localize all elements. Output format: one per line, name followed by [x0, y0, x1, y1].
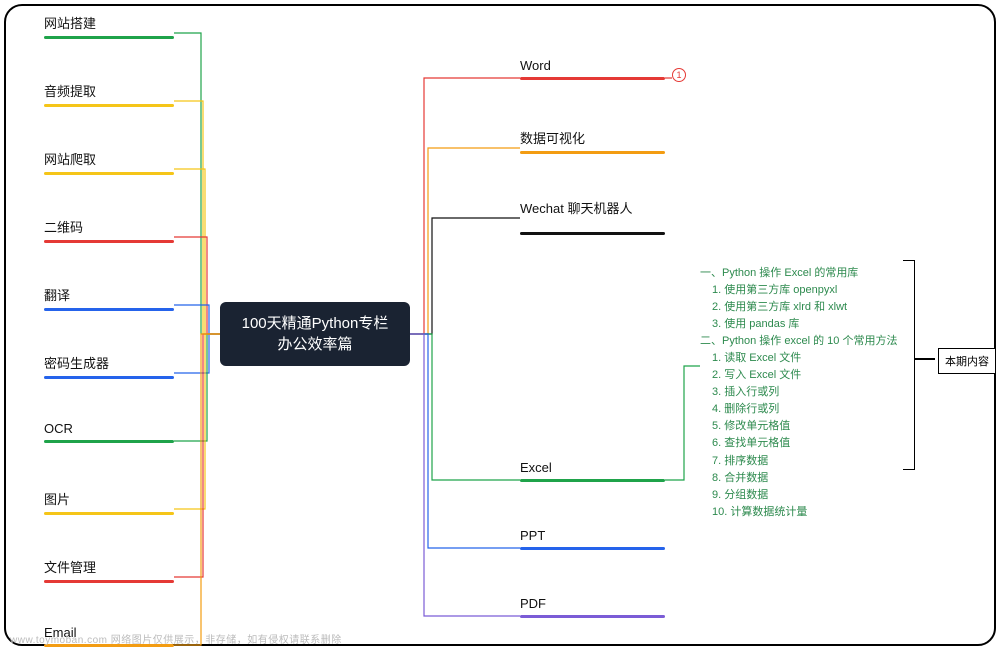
- watermark-text: www.toymoban.com 网络图片仅供展示，非存储，如有侵权请联系删除: [10, 631, 342, 646]
- right-node-pdf: PDF: [520, 596, 665, 618]
- right-node-word: Word: [520, 58, 665, 80]
- bracket-icon: [903, 260, 915, 470]
- center-title-1: 100天精通Python专栏: [242, 313, 389, 334]
- left-node-website-build: 网站搭建: [44, 13, 174, 39]
- left-node-password-gen: 密码生成器: [44, 353, 174, 379]
- center-title-2: 办公效率篇: [277, 334, 352, 355]
- detail-heading-2: 二、Python 操作 excel 的 10 个常用方法: [700, 333, 905, 350]
- bracket-label: 本期内容: [938, 348, 996, 374]
- left-node-translate: 翻译: [44, 285, 174, 311]
- right-node-ppt: PPT: [520, 528, 665, 550]
- left-node-web-crawl: 网站爬取: [44, 149, 174, 175]
- right-node-dataviz: 数据可视化: [520, 128, 665, 154]
- left-node-file-mgmt: 文件管理: [44, 557, 174, 583]
- center-node: 100天精通Python专栏 办公效率篇: [220, 302, 410, 366]
- left-node-ocr: OCR: [44, 421, 174, 443]
- left-node-audio-extract: 音频提取: [44, 81, 174, 107]
- detail-heading-1: 一、Python 操作 Excel 的常用库: [700, 265, 905, 282]
- right-node-wechat-bot: Wechat 聊天机器人: [520, 198, 665, 235]
- left-node-qrcode: 二维码: [44, 217, 174, 243]
- left-node-image: 图片: [44, 489, 174, 515]
- right-node-excel: Excel: [520, 460, 665, 482]
- bracket-connector: [915, 358, 935, 360]
- excel-detail-box: 一、Python 操作 Excel 的常用库 1. 使用第三方库 openpyx…: [700, 265, 905, 521]
- word-badge: 1: [672, 68, 686, 82]
